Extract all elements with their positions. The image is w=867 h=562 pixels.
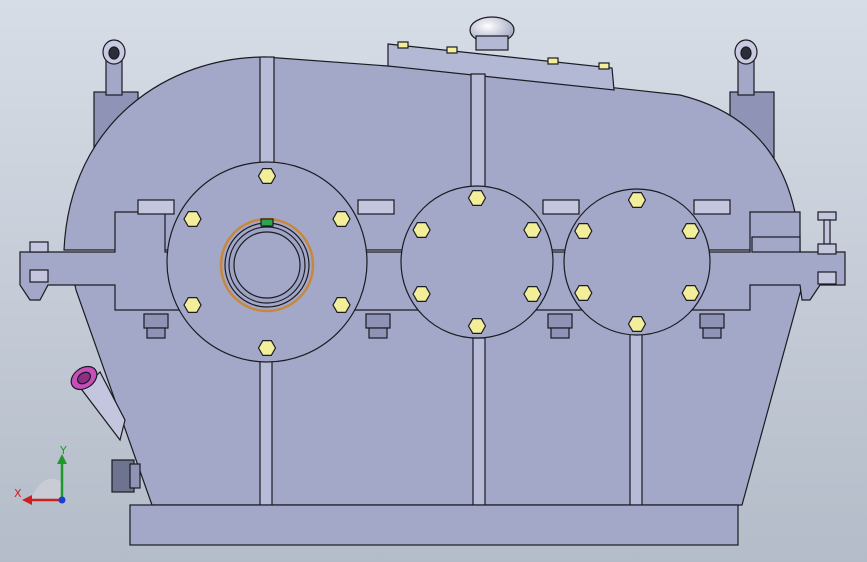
hex-bolt-head bbox=[257, 340, 277, 356]
hex-bolt-head bbox=[681, 285, 700, 301]
hex-bolt-head bbox=[523, 222, 542, 238]
base-plate[interactable] bbox=[129, 504, 739, 546]
hex-bolt-head bbox=[412, 222, 431, 238]
top-rib-middle bbox=[470, 73, 486, 195]
hex-bolt-head bbox=[574, 223, 593, 239]
triad-x-label: X bbox=[14, 487, 22, 500]
gearbox-drawing[interactable]: Y X bbox=[0, 0, 867, 562]
bearing-cover-intermediate[interactable] bbox=[400, 185, 554, 339]
lower-rib-left bbox=[259, 359, 273, 506]
shaft-key bbox=[260, 218, 274, 227]
hex-bolt-head bbox=[257, 168, 277, 184]
hex-bolt-head bbox=[627, 316, 647, 332]
hex-bolt-head bbox=[332, 211, 351, 227]
hex-bolt-head bbox=[183, 211, 202, 227]
breather-base bbox=[475, 35, 509, 51]
lower-rib-middle bbox=[472, 337, 486, 506]
hex-bolt-head bbox=[574, 285, 593, 301]
cad-viewport[interactable]: Y X bbox=[0, 0, 867, 562]
top-rib-left bbox=[259, 56, 275, 168]
hex-bolt-head bbox=[332, 297, 351, 313]
lower-rib-right bbox=[629, 329, 643, 506]
input-shaft[interactable] bbox=[219, 217, 315, 313]
side-flange-right bbox=[751, 236, 801, 253]
hex-bolt-head bbox=[523, 286, 542, 302]
hex-bolt-head bbox=[467, 190, 487, 206]
hex-bolt-head bbox=[467, 318, 487, 334]
drain-plug-icon bbox=[111, 459, 141, 493]
hex-bolt-head bbox=[183, 297, 202, 313]
hex-bolt-head bbox=[627, 192, 647, 208]
hex-bolt-head bbox=[412, 286, 431, 302]
bearing-cover-output[interactable] bbox=[563, 188, 711, 336]
hex-bolt-head bbox=[681, 223, 700, 239]
triad-y-label: Y bbox=[59, 444, 67, 457]
